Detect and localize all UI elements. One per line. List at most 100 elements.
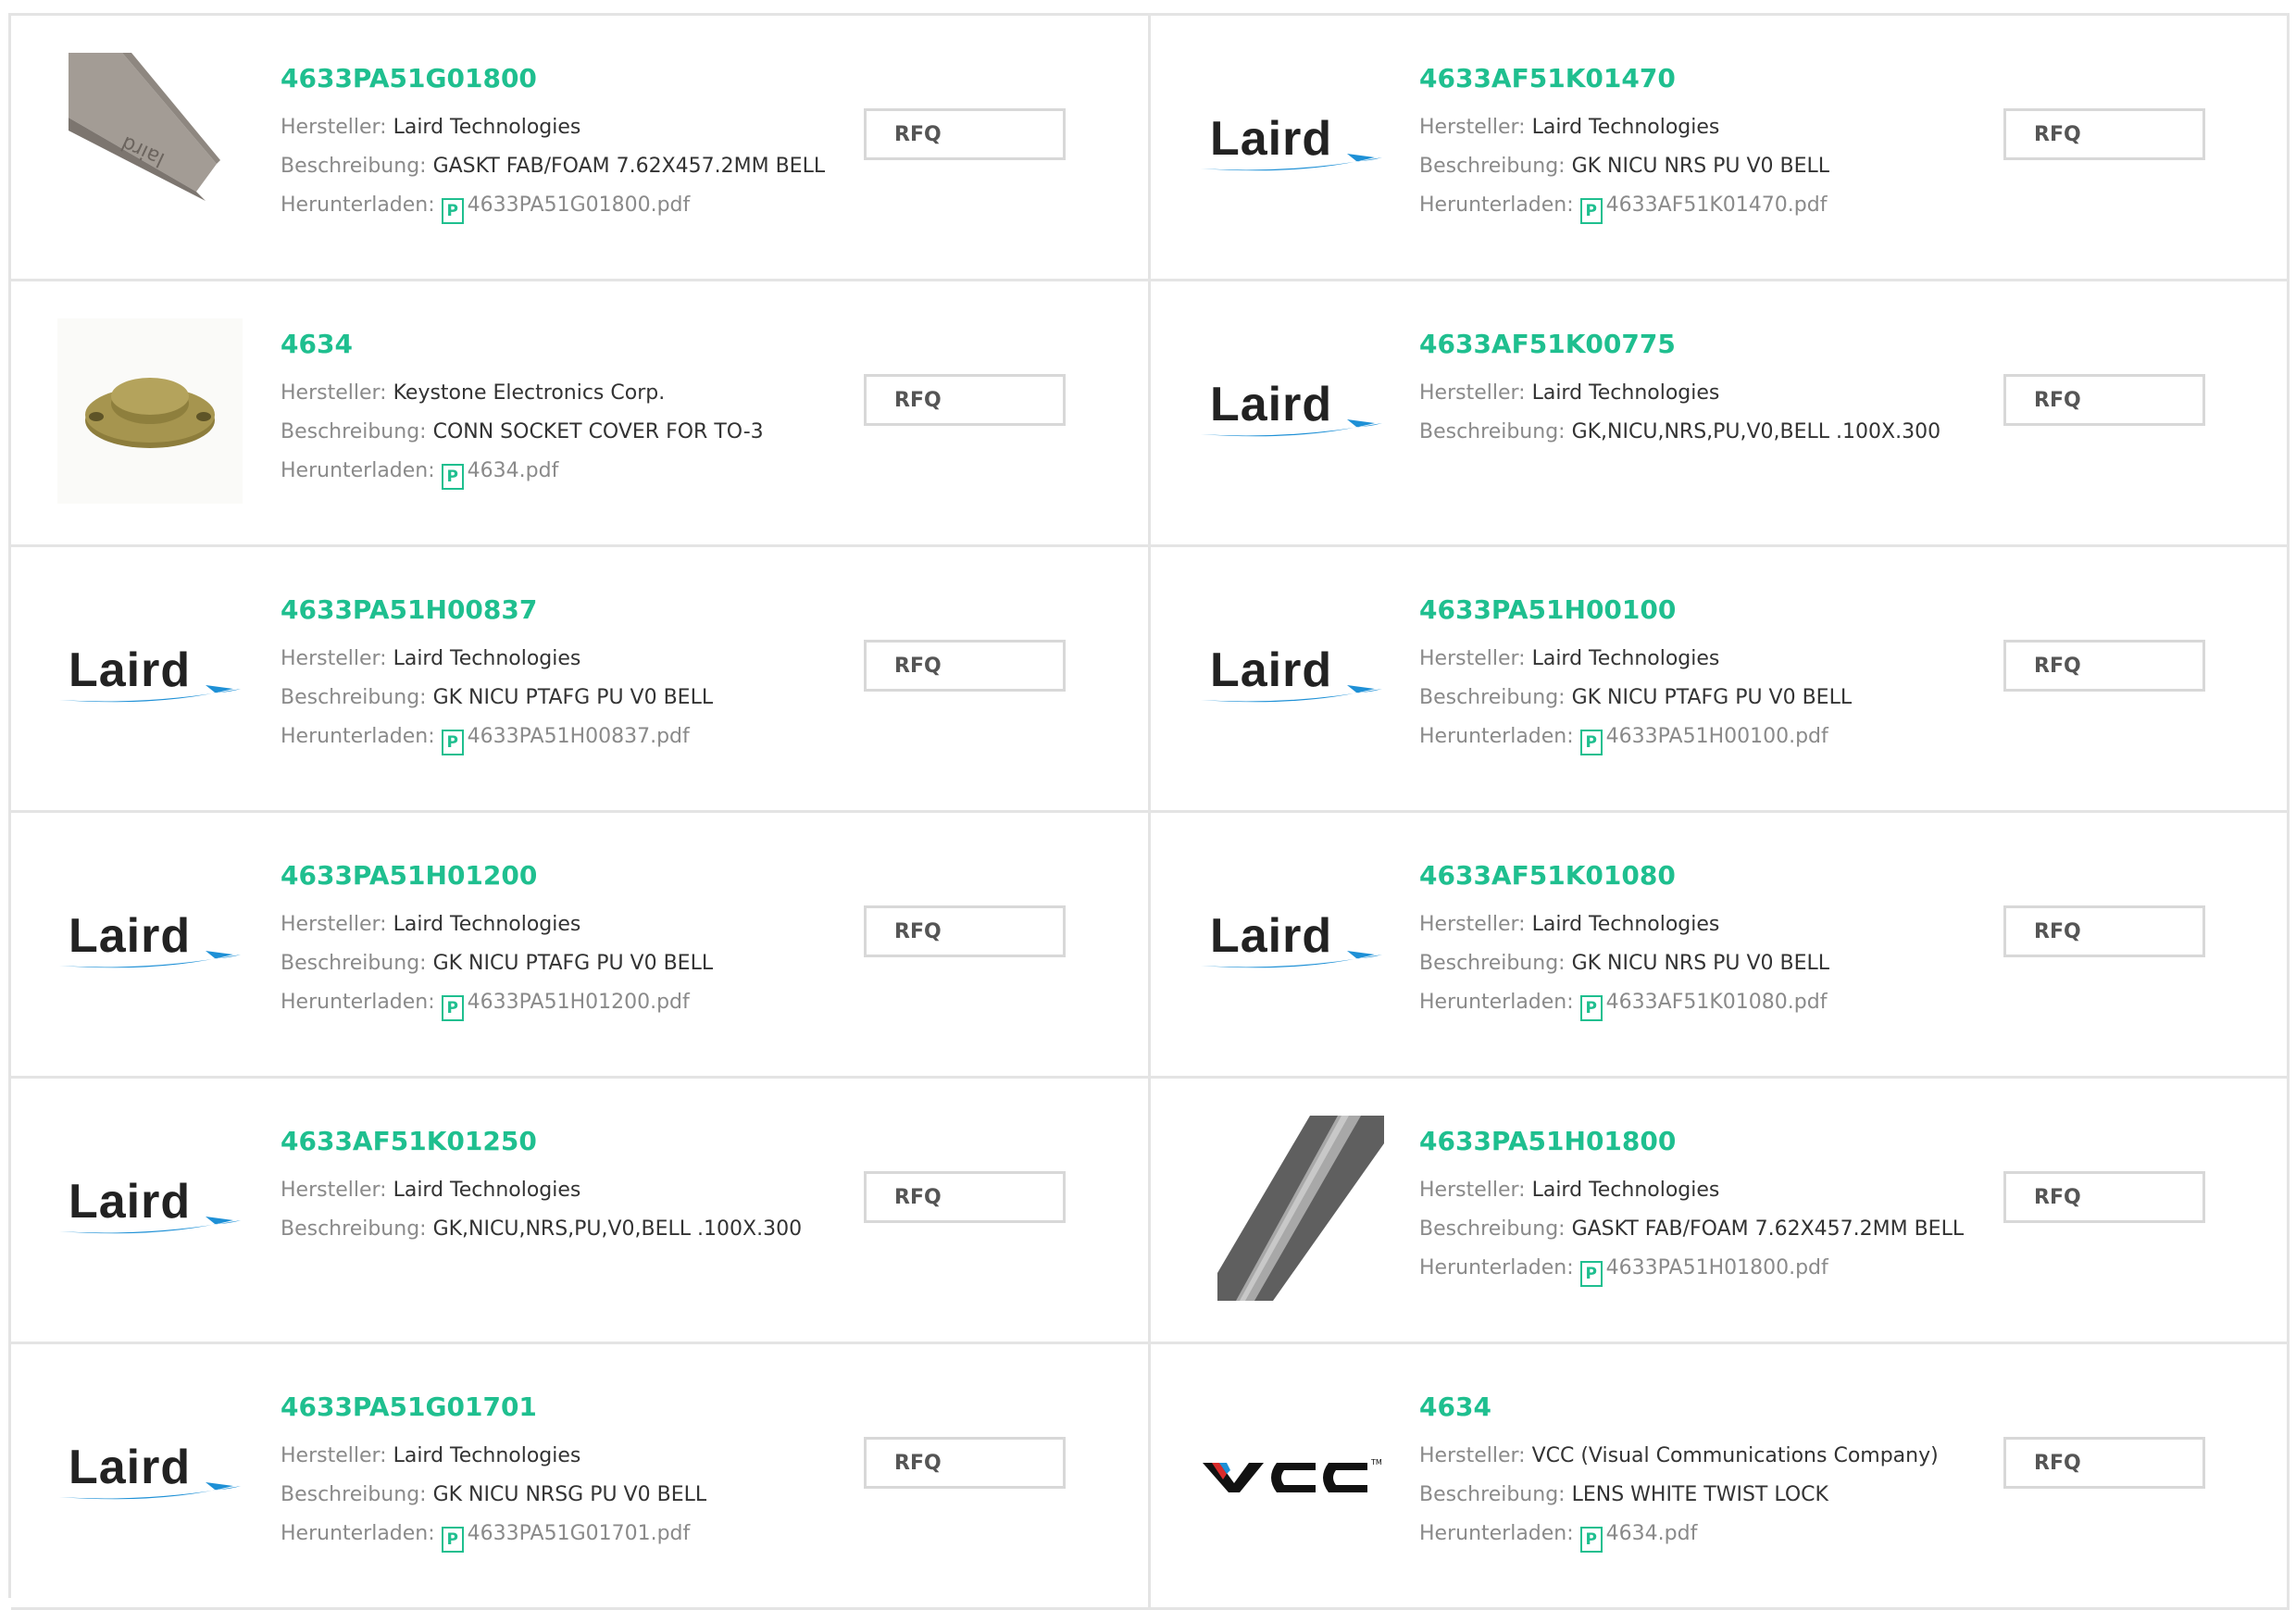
part-number-link[interactable]: 4634 — [1419, 1391, 1993, 1424]
pdf-icon[interactable]: P — [1579, 1527, 1603, 1553]
laird-logo: Laird — [57, 1176, 243, 1241]
pdf-icon[interactable]: P — [441, 1527, 464, 1553]
product-image[interactable]: Laird — [1199, 53, 1384, 238]
manufacturer-value: Laird Technologies — [393, 647, 581, 670]
product-card: laird 4633PA51G01800 Hersteller: Laird T… — [11, 16, 1151, 281]
rfq-button[interactable]: RFQ — [864, 1171, 1066, 1223]
product-info: 4633PA51H00837 Hersteller: Laird Technol… — [281, 593, 855, 756]
datasheet-pdf-link[interactable]: 4633PA51H01800.pdf — [1606, 1256, 1828, 1279]
product-image[interactable] — [1199, 1116, 1384, 1301]
rfq-button[interactable]: RFQ — [864, 640, 1066, 692]
download-row: Herunterladen: P 4634.pdf — [281, 452, 855, 491]
part-number-link[interactable]: 4633AF51K00775 — [1419, 328, 1993, 361]
pdf-icon[interactable]: P — [441, 464, 464, 490]
swoosh-icon — [59, 1482, 241, 1500]
download-label: Herunterladen: — [1419, 991, 1574, 1014]
manufacturer-label: Hersteller: — [281, 116, 387, 139]
rfq-button[interactable]: RFQ — [864, 1437, 1066, 1489]
swoosh-icon — [1201, 685, 1382, 703]
rfq-button[interactable]: RFQ — [864, 905, 1066, 957]
rfq-button[interactable]: RFQ — [2003, 1171, 2205, 1223]
description-row: Beschreibung: GK NICU PTAFG PU V0 BELL — [281, 944, 855, 983]
product-image[interactable]: TM — [1199, 1381, 1384, 1566]
manufacturer-row: Hersteller: Laird Technologies — [281, 905, 855, 944]
rfq-button[interactable]: RFQ — [864, 108, 1066, 160]
swoosh-icon — [1201, 419, 1382, 437]
description-label: Beschreibung: — [281, 1217, 427, 1241]
product-image[interactable]: Laird — [57, 850, 243, 1035]
laird-logo: Laird — [57, 1442, 243, 1506]
product-card: Laird 4633PA51H00837 Hersteller: Laird T… — [11, 547, 1151, 813]
laird-logo: Laird — [1199, 644, 1384, 709]
manufacturer-row: Hersteller: Laird Technologies — [281, 1437, 855, 1476]
part-number-link[interactable]: 4633PA51G01701 — [281, 1391, 855, 1424]
description-row: Beschreibung: GK NICU NRS PU V0 BELL — [1419, 944, 1993, 983]
pdf-icon[interactable]: P — [1579, 730, 1603, 755]
product-info: 4633AF51K00775 Hersteller: Laird Technol… — [1419, 328, 1993, 452]
datasheet-pdf-link[interactable]: 4633PA51H00100.pdf — [1606, 725, 1828, 748]
rfq-button[interactable]: RFQ — [2003, 640, 2205, 692]
part-number-link[interactable]: 4633AF51K01250 — [281, 1125, 855, 1158]
product-image[interactable]: Laird — [1199, 584, 1384, 769]
product-info: 4633PA51G01800 Hersteller: Laird Technol… — [281, 62, 855, 225]
product-image[interactable]: laird — [57, 53, 243, 238]
description-value: GASKT FAB/FOAM 7.62X457.2MM BELL — [432, 155, 826, 178]
part-number-link[interactable]: 4634 — [281, 328, 855, 361]
product-info: 4633PA51H01200 Hersteller: Laird Technol… — [281, 859, 855, 1022]
rfq-button[interactable]: RFQ — [2003, 905, 2205, 957]
description-row: Beschreibung: GK,NICU,NRS,PU,V0,BELL .10… — [1419, 413, 1993, 452]
product-card: Laird 4633AF51K01250 Hersteller: Laird T… — [11, 1079, 1151, 1344]
manufacturer-value: Laird Technologies — [1531, 381, 1720, 405]
part-number-link[interactable]: 4633PA51H00100 — [1419, 593, 1993, 627]
product-image[interactable]: Laird — [57, 1381, 243, 1566]
datasheet-pdf-link[interactable]: 4633PA51G01701.pdf — [468, 1522, 691, 1545]
description-label: Beschreibung: — [1419, 952, 1566, 975]
product-image[interactable]: Laird — [57, 584, 243, 769]
download-label: Herunterladen: — [1419, 725, 1574, 748]
pdf-icon[interactable]: P — [1579, 1261, 1603, 1287]
datasheet-pdf-link[interactable]: 4633AF51K01470.pdf — [1606, 193, 1828, 217]
part-number-link[interactable]: 4633AF51K01080 — [1419, 859, 1993, 892]
datasheet-pdf-link[interactable]: 4634.pdf — [1606, 1522, 1698, 1545]
manufacturer-row: Hersteller: Laird Technologies — [281, 1171, 855, 1210]
manufacturer-label: Hersteller: — [281, 647, 387, 670]
product-image[interactable]: Laird — [57, 1116, 243, 1301]
laird-logo: Laird — [57, 644, 243, 709]
pdf-icon[interactable]: P — [1579, 995, 1603, 1021]
download-row: Herunterladen: P 4633PA51G01800.pdf — [281, 186, 855, 225]
description-row: Beschreibung: GK NICU PTAFG PU V0 BELL — [281, 679, 855, 718]
description-value: GK,NICU,NRS,PU,V0,BELL .100X.300 — [1571, 420, 1941, 443]
laird-logo: Laird — [1199, 113, 1384, 178]
rfq-button[interactable]: RFQ — [2003, 374, 2205, 426]
pdf-icon[interactable]: P — [1579, 198, 1603, 224]
rfq-button[interactable]: RFQ — [864, 374, 1066, 426]
datasheet-pdf-link[interactable]: 4633PA51G01800.pdf — [468, 193, 691, 217]
manufacturer-value: Laird Technologies — [1531, 913, 1720, 936]
part-number-link[interactable]: 4633PA51H01200 — [281, 859, 855, 892]
part-number-link[interactable]: 4633PA51H01800 — [1419, 1125, 1993, 1158]
description-value: GASKT FAB/FOAM 7.62X457.2MM BELL — [1571, 1217, 1965, 1241]
part-number-link[interactable]: 4633PA51G01800 — [281, 62, 855, 95]
description-label: Beschreibung: — [1419, 686, 1566, 709]
rfq-button[interactable]: RFQ — [2003, 1437, 2205, 1489]
manufacturer-label: Hersteller: — [281, 381, 387, 405]
datasheet-pdf-link[interactable]: 4633AF51K01080.pdf — [1606, 991, 1828, 1014]
pdf-icon[interactable]: P — [441, 730, 464, 755]
description-label: Beschreibung: — [281, 1483, 427, 1506]
manufacturer-row: Hersteller: Laird Technologies — [1419, 374, 1993, 413]
description-value: GK NICU PTAFG PU V0 BELL — [432, 686, 714, 709]
datasheet-pdf-link[interactable]: 4633PA51H00837.pdf — [468, 725, 690, 748]
datasheet-pdf-link[interactable]: 4633PA51H01200.pdf — [468, 991, 690, 1014]
description-row: Beschreibung: GASKT FAB/FOAM 7.62X457.2M… — [1419, 1210, 1993, 1249]
pdf-icon[interactable]: P — [441, 995, 464, 1021]
product-image[interactable] — [57, 318, 243, 504]
pdf-icon[interactable]: P — [441, 198, 464, 224]
download-label: Herunterladen: — [1419, 193, 1574, 217]
manufacturer-row: Hersteller: Laird Technologies — [281, 108, 855, 147]
product-image[interactable]: Laird — [1199, 318, 1384, 504]
rfq-button[interactable]: RFQ — [2003, 108, 2205, 160]
part-number-link[interactable]: 4633AF51K01470 — [1419, 62, 1993, 95]
datasheet-pdf-link[interactable]: 4634.pdf — [468, 459, 559, 482]
product-image[interactable]: Laird — [1199, 850, 1384, 1035]
part-number-link[interactable]: 4633PA51H00837 — [281, 593, 855, 627]
